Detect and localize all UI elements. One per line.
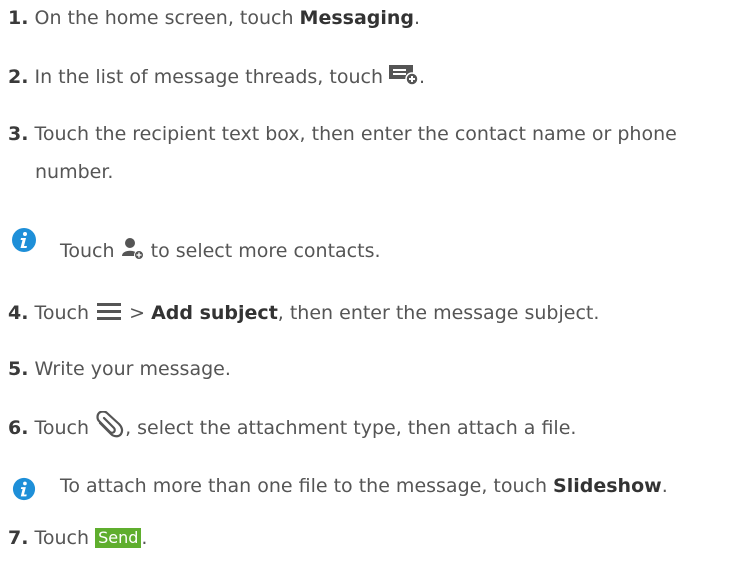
step-7: 7. Touch Send. (8, 525, 147, 551)
step-text-end: , select the attachment type, then attac… (125, 417, 577, 439)
step-text-end: . (414, 7, 421, 29)
menu-icon (95, 301, 123, 327)
info-icon (11, 227, 37, 257)
add-contact-icon (121, 236, 145, 267)
step-text: Touch the recipient text box, then enter… (34, 123, 677, 145)
step-number: 4. (8, 302, 29, 324)
step-text-end: . (419, 66, 426, 88)
attachment-icon (95, 410, 125, 446)
step-number: 6. (8, 417, 29, 439)
step-4: 4. Touch > Add subject, then enter the m… (8, 300, 599, 327)
step-number: 5. (8, 358, 29, 380)
step-number: 2. (8, 66, 29, 88)
step-3-continued: number. (35, 159, 113, 185)
messaging-label: Messaging (299, 7, 415, 29)
add-subject-label: Add subject (151, 302, 278, 324)
step-text: Touch (34, 417, 96, 439)
info-icon (12, 477, 36, 505)
menu-separator: > (123, 302, 152, 324)
step-6: 6. Touch , select the attachment type, t… (8, 410, 577, 446)
note-text: Touch (60, 240, 121, 262)
send-button: Send (95, 528, 142, 548)
note-2: To attach more than one file to the mess… (60, 473, 668, 499)
step-1: 1. On the home screen, touch Messaging. (8, 5, 420, 31)
note-text-end: . (661, 475, 668, 497)
note-text-end: to select more contacts. (144, 240, 381, 262)
slideshow-label: Slideshow (553, 475, 662, 497)
step-text: Touch (34, 302, 96, 324)
step-text: On the home screen, touch (34, 7, 300, 29)
step-text: number. (35, 161, 114, 183)
step-3: 3. Touch the recipient text box, then en… (8, 121, 677, 147)
step-2: 2. In the list of message threads, touch… (8, 63, 425, 92)
step-text-end: . (141, 527, 148, 549)
step-text: In the list of message threads, touch (34, 66, 390, 88)
step-5: 5. Write your message. (8, 356, 231, 382)
step-number: 3. (8, 123, 29, 145)
step-number: 7. (8, 527, 29, 549)
step-text: Write your message. (34, 358, 231, 380)
note-text: To attach more than one file to the mess… (60, 475, 554, 497)
step-number: 1. (8, 7, 29, 29)
step-text-end: , then enter the message subject. (277, 302, 600, 324)
new-message-icon (389, 63, 419, 92)
step-text: Touch (34, 527, 96, 549)
note-1: Touch to select more contacts. (60, 236, 381, 267)
